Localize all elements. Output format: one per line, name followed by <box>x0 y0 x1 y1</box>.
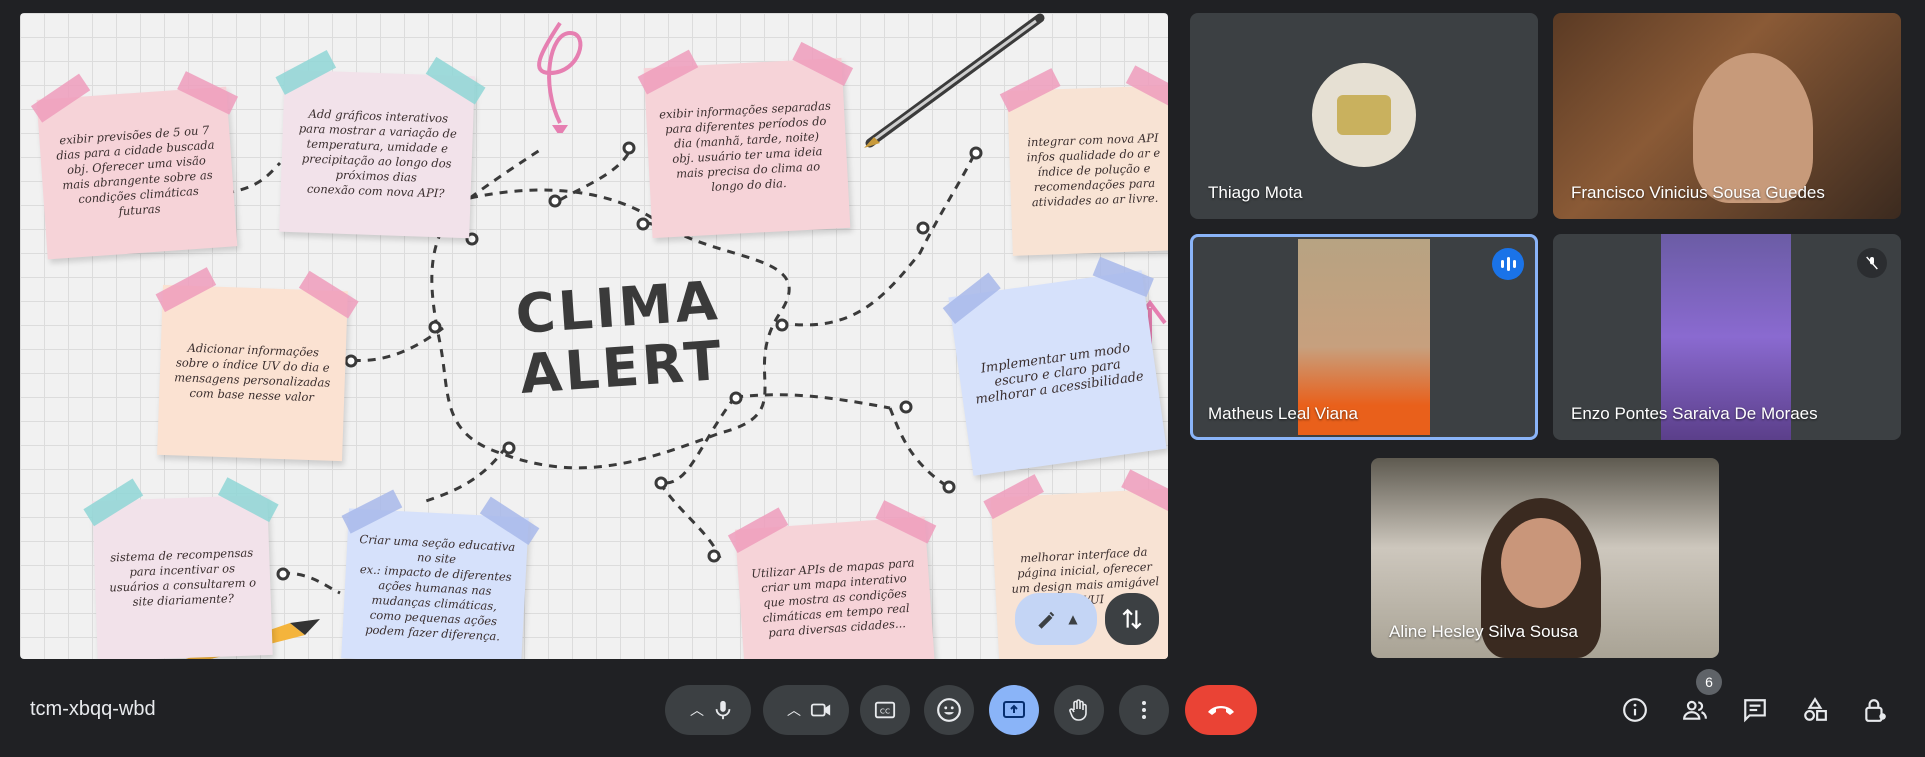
captions-button[interactable]: CC <box>860 685 910 735</box>
sticky-note-dark-mode: Implementar um modo escuro e claro para … <box>942 256 1167 476</box>
present-screen-icon <box>1003 701 1025 718</box>
present-screen-button[interactable] <box>989 685 1039 735</box>
participant-name: Aline Hesley Silva Sousa <box>1389 622 1578 641</box>
meeting-code: tcm-xbqq-wbd <box>30 698 156 720</box>
chat-button[interactable] <box>1740 695 1770 725</box>
chevron-up-icon[interactable]: ︿ <box>779 700 809 720</box>
chat-icon <box>1744 699 1766 723</box>
shapes-icon <box>1804 697 1827 721</box>
note-text: exibir informações separadas para difere… <box>658 98 832 194</box>
note-text: Utilizar APIs de mapas para criar um map… <box>750 554 915 640</box>
camera-control: ︿ <box>763 685 849 735</box>
reactions-button[interactable] <box>924 685 974 735</box>
emoji-icon <box>937 698 961 722</box>
chevron-up-icon[interactable]: ︿ <box>682 700 712 720</box>
sticky-note-uv-index: Adicionar informações sobre o índice UV … <box>155 267 359 462</box>
microphone-control: ︿ <box>665 685 751 735</box>
participant-tile-francisco[interactable]: Francisco Vinicius Sousa Guedes <box>1553 13 1901 219</box>
activities-button[interactable] <box>1800 695 1830 725</box>
info-icon <box>1623 698 1647 722</box>
speaking-indicator <box>1492 248 1524 280</box>
participant-name: Enzo Pontes Saraiva De Moraes <box>1571 404 1818 423</box>
end-call-icon <box>1208 706 1234 715</box>
note-text: Add gráficos interativos para mostrar a … <box>298 106 458 201</box>
people-icon <box>1683 700 1707 720</box>
participant-count-badge: 6 <box>1696 669 1722 695</box>
participant-tile-aline[interactable]: Aline Hesley Silva Sousa <box>1371 458 1719 658</box>
annotation-toggle-button[interactable]: ▲ <box>1015 593 1097 645</box>
participant-tile-matheus[interactable]: Matheus Leal Viana <box>1190 234 1538 440</box>
microphone-icon[interactable] <box>712 699 734 721</box>
sticky-note-day-periods: exibir informações separadas para difere… <box>637 41 854 239</box>
swap-view-button[interactable] <box>1105 593 1159 645</box>
shared-presentation: exibir previsões de 5 ou 7 dias para a c… <box>20 13 1168 659</box>
participant-video <box>1693 53 1813 203</box>
note-text: Implementar um modo escuro e claro para … <box>974 340 1145 408</box>
sticky-note-education: Criar uma seção educativa no site ex.: i… <box>341 489 540 659</box>
sticky-note-air-quality: integrar com nova API infos qualidade do… <box>999 65 1168 256</box>
mic-off-icon <box>1857 248 1887 278</box>
note-text: Criar uma seção educativa no site ex.: i… <box>359 531 516 643</box>
note-text: exibir previsões de 5 ou 7 dias para a c… <box>55 122 215 219</box>
avatar <box>1312 63 1416 167</box>
lock-person-icon <box>1865 699 1886 722</box>
closed-captions-icon: CC <box>874 701 896 719</box>
pen-icon <box>1038 611 1055 629</box>
meeting-details-button[interactable] <box>1620 695 1650 725</box>
participant-name: Francisco Vinicius Sousa Guedes <box>1571 183 1825 202</box>
participant-video <box>1501 518 1581 608</box>
sticky-note-forecast: exibir previsões de 5 ou 7 dias para a c… <box>30 71 239 260</box>
note-text: integrar com nova API infos qualidade do… <box>1026 130 1161 210</box>
presentation-title: CLIMA ALERT <box>513 269 727 406</box>
host-controls-button[interactable] <box>1860 695 1890 725</box>
participant-name: Matheus Leal Viana <box>1208 404 1358 423</box>
swap-icon <box>1122 608 1142 630</box>
more-options-button[interactable] <box>1119 685 1169 735</box>
participant-tile-thiago[interactable]: Thiago Mota <box>1190 13 1538 219</box>
sticky-note-rewards: sistema de recompensas para incentivar o… <box>83 477 279 659</box>
hand-icon <box>1069 699 1087 721</box>
leave-call-button[interactable] <box>1185 685 1257 735</box>
participants-button[interactable] <box>1680 695 1710 725</box>
note-text: Adicionar informações sobre o índice UV … <box>173 340 331 405</box>
chevron-up-icon: ▲ <box>1068 612 1078 626</box>
svg-text:CC: CC <box>880 707 890 716</box>
sticky-note-maps: Utilizar APIs de mapas para criar um map… <box>727 500 937 659</box>
note-text: sistema de recompensas para incentivar o… <box>109 545 257 609</box>
swirl-illustration <box>537 21 583 133</box>
participant-tile-enzo[interactable]: Enzo Pontes Saraiva De Moraes <box>1553 234 1901 440</box>
participant-name: Thiago Mota <box>1208 183 1303 202</box>
sticky-note-graphs: Add gráficos interativos para mostrar a … <box>275 50 486 239</box>
raise-hand-button[interactable] <box>1054 685 1104 735</box>
more-vert-icon <box>1142 701 1146 719</box>
camera-icon[interactable] <box>809 699 833 721</box>
